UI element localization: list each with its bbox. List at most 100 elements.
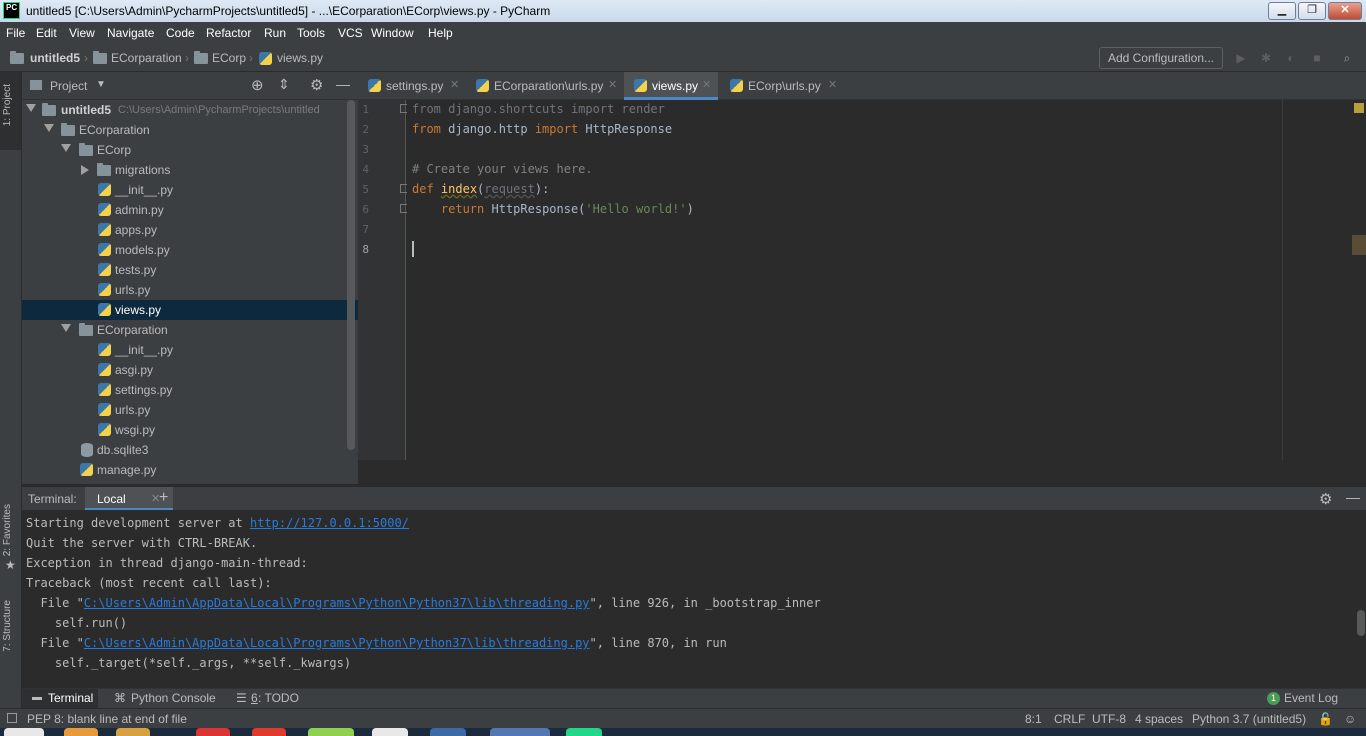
menu-navigate[interactable]: Navigate	[107, 26, 154, 40]
menu-view[interactable]: View	[69, 26, 95, 40]
terminal-scrollbar[interactable]	[1357, 610, 1365, 636]
tool-tab-favorites[interactable]: 2: Favorites	[2, 504, 13, 556]
new-terminal-icon[interactable]: +	[159, 489, 168, 507]
lock-icon[interactable]: 🔓	[1318, 712, 1333, 726]
chevron-down-icon[interactable]: ▼	[96, 79, 106, 90]
terminal-tool-tab[interactable]: ▬ Terminal	[22, 689, 98, 708]
tree-item-migrations[interactable]: migrations	[22, 160, 358, 180]
tree-item-apps-py[interactable]: apps.py	[22, 220, 358, 240]
coverage-icon[interactable]: ◐	[1284, 51, 1298, 65]
terminal-link[interactable]: http://127.0.0.1:5000/	[250, 516, 409, 530]
minimize-button[interactable]: ▁	[1268, 2, 1296, 20]
terminal-link[interactable]: C:\Users\Admin\AppData\Local\Programs\Py…	[84, 636, 590, 650]
close-tab-icon[interactable]: ✕	[450, 78, 459, 91]
tool-tab-structure[interactable]: 7: Structure	[2, 600, 13, 652]
menu-help[interactable]: Help	[428, 26, 453, 40]
menu-vcs[interactable]: VCS	[338, 26, 363, 40]
expand-arrow-icon[interactable]	[81, 165, 89, 175]
project-view-label[interactable]: Project	[50, 79, 87, 93]
run-icon[interactable]: ▶	[1234, 51, 1248, 65]
tool-windows-icon[interactable]	[7, 713, 17, 723]
tab-settings-py[interactable]: settings.py ✕	[358, 72, 464, 100]
taskbar-app-pycharm[interactable]	[566, 728, 602, 736]
tree-item-db-sqlite3[interactable]: db.sqlite3	[22, 440, 358, 460]
tree-item-init-py-2[interactable]: __init__.py	[22, 340, 358, 360]
taskbar-app[interactable]	[372, 728, 408, 736]
caret-position[interactable]: 8:1	[1025, 712, 1042, 726]
close-window-button[interactable]: ✕	[1328, 2, 1362, 20]
tree-item-urls-py[interactable]: urls.py	[22, 280, 358, 300]
debug-icon[interactable]: ✱	[1259, 51, 1273, 65]
scroll-thumb[interactable]	[1352, 235, 1366, 255]
add-configuration-button[interactable]: Add Configuration...	[1099, 47, 1223, 69]
python-console-tab[interactable]: Python Console	[131, 691, 216, 705]
tree-item-manage-py[interactable]: manage.py	[22, 460, 358, 480]
menu-code[interactable]: Code	[166, 26, 195, 40]
taskbar-app[interactable]	[116, 728, 150, 736]
todo-tab-number[interactable]: 6	[251, 691, 258, 705]
menu-window[interactable]: Window	[371, 26, 414, 40]
menu-file[interactable]: File	[6, 26, 25, 40]
gear-icon[interactable]: ⚙	[1319, 490, 1332, 508]
error-stripe[interactable]	[1352, 100, 1366, 460]
tab-views-py-active[interactable]: views.py ✕	[624, 72, 718, 100]
expand-arrow-icon[interactable]	[26, 104, 36, 112]
menu-run[interactable]: Run	[264, 26, 286, 40]
taskbar-app[interactable]	[252, 728, 286, 736]
breadcrumb-untitled5[interactable]: untitled5	[30, 51, 80, 65]
tab-ecorp-urls-py[interactable]: ECorp\urls.py ✕	[720, 72, 840, 100]
breadcrumb-views-py[interactable]: views.py	[277, 51, 323, 65]
todo-tab[interactable]: : TODO	[258, 691, 299, 705]
tree-item-admin-py[interactable]: admin.py	[22, 200, 358, 220]
tool-tab-project[interactable]: 1: Project	[2, 84, 13, 126]
close-tab-icon[interactable]: ✕	[702, 78, 711, 91]
hide-panel-icon[interactable]: —	[1346, 489, 1360, 505]
start-button[interactable]	[4, 728, 44, 736]
tree-item-models-py[interactable]: models.py	[22, 240, 358, 260]
inspector-icon[interactable]: ☺	[1344, 712, 1356, 726]
indent-setting[interactable]: 4 spaces	[1135, 712, 1183, 726]
tree-item-ecorparation[interactable]: ECorparation	[22, 120, 358, 140]
taskbar-app[interactable]	[64, 728, 98, 736]
expand-arrow-icon[interactable]	[44, 124, 54, 132]
expand-arrow-icon[interactable]	[61, 144, 71, 152]
file-encoding[interactable]: UTF-8	[1092, 712, 1126, 726]
warning-indicator-icon[interactable]	[1354, 103, 1364, 113]
menu-tools[interactable]: Tools	[297, 26, 325, 40]
tree-item-asgi-py[interactable]: asgi.py	[22, 360, 358, 380]
tree-item-ecorparation-pkg[interactable]: ECorparation	[22, 320, 358, 340]
stop-icon[interactable]: ■	[1310, 51, 1324, 65]
tree-item-untitled5[interactable]: untitled5 C:\Users\Admin\PycharmProjects…	[22, 100, 358, 120]
menu-edit[interactable]: Edit	[36, 26, 57, 40]
terminal-link[interactable]: C:\Users\Admin\AppData\Local\Programs\Py…	[84, 596, 590, 610]
event-log-tab[interactable]: Event Log	[1284, 691, 1338, 705]
taskbar-app[interactable]	[308, 728, 354, 736]
search-everywhere-icon[interactable]: ⌕	[1340, 51, 1354, 65]
hide-panel-icon[interactable]: —	[336, 76, 350, 92]
tree-item-settings-py[interactable]: settings.py	[22, 380, 358, 400]
close-tab-icon[interactable]: ✕	[828, 78, 837, 91]
tree-item-wsgi-py[interactable]: wsgi.py	[22, 420, 358, 440]
taskbar-app[interactable]	[196, 728, 230, 736]
tree-item-tests-py[interactable]: tests.py	[22, 260, 358, 280]
tree-item-init-py[interactable]: __init__.py	[22, 180, 358, 200]
breadcrumb-ecorp[interactable]: ECorp	[212, 51, 246, 65]
tree-item-urls-py-2[interactable]: urls.py	[22, 400, 358, 420]
tree-item-ecorp[interactable]: ECorp	[22, 140, 358, 160]
gear-icon[interactable]: ⚙	[310, 76, 323, 94]
python-interpreter[interactable]: Python 3.7 (untitled5)	[1192, 712, 1306, 726]
taskbar-app[interactable]	[490, 728, 550, 736]
line-separator[interactable]: CRLF	[1054, 712, 1085, 726]
terminal-output[interactable]: Starting development server at http://12…	[22, 510, 1366, 688]
tab-ecorparation-urls-py[interactable]: ECorparation\urls.py ✕	[466, 72, 622, 100]
menu-refactor[interactable]: Refactor	[206, 26, 251, 40]
locate-icon[interactable]: ⊕	[251, 76, 264, 94]
collapse-all-icon[interactable]: ⇕	[278, 76, 290, 93]
breadcrumb-ecorparation[interactable]: ECorparation	[111, 51, 182, 65]
tree-item-views-py-selected[interactable]: views.py	[22, 300, 358, 320]
code-editor[interactable]: from django.shortcuts import render from…	[407, 100, 1352, 460]
maximize-button[interactable]: ❐	[1298, 2, 1326, 20]
expand-arrow-icon[interactable]	[61, 324, 71, 332]
close-tab-icon[interactable]: ✕	[608, 78, 617, 91]
taskbar-app[interactable]	[430, 728, 466, 736]
